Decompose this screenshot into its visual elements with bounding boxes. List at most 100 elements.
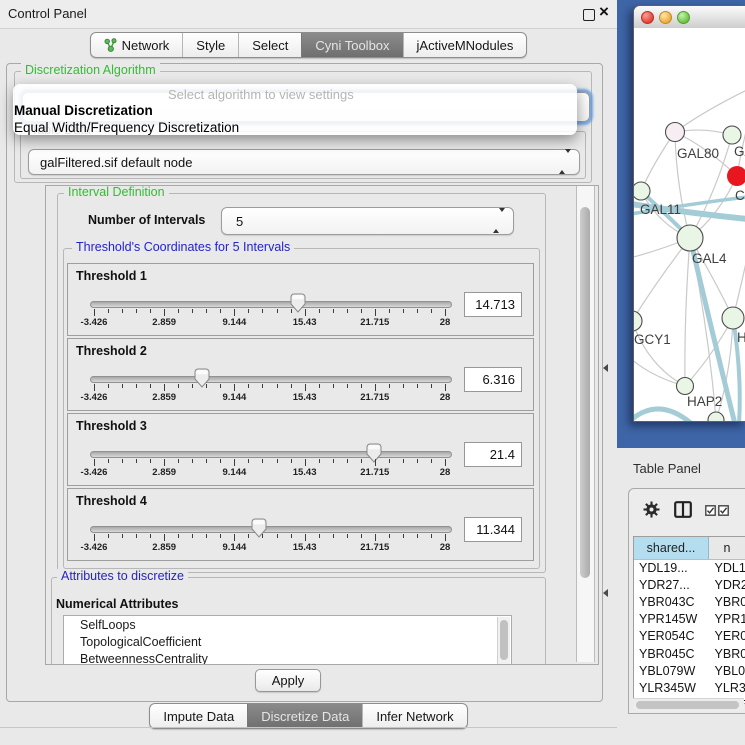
slider-tick-label: 15.43 [293, 317, 317, 328]
tab-jactivemnodules[interactable]: jActiveMNodules [403, 33, 527, 57]
zoom-traffic-light-icon[interactable] [677, 11, 690, 24]
threshold-slider-track[interactable] [90, 526, 452, 533]
table-row[interactable]: YBR043CYBR043C [634, 593, 745, 610]
network-window-titlebar[interactable] [634, 6, 745, 29]
table-horizontal-scrollbar-thumb[interactable] [636, 701, 739, 709]
threshold-slider-handle[interactable] [251, 518, 267, 538]
threshold-value-field[interactable]: 11.344 [464, 517, 522, 542]
splitter-collapse-icon[interactable] [603, 364, 608, 372]
cell-name[interactable]: YBL079W [708, 664, 745, 678]
spinner-arrows-icon[interactable] [493, 212, 505, 230]
table-row[interactable]: YPR145WYPR145W [634, 611, 745, 628]
slider-tick-label: 28 [440, 317, 451, 328]
cell-name[interactable]: YLR345W [708, 681, 745, 695]
list-item[interactable]: TopologicalCoefficient [64, 633, 511, 650]
table-row[interactable]: YBR045CYBR045C [634, 645, 745, 662]
checkbox-icon[interactable] [718, 505, 729, 516]
cell-name[interactable]: YDR27 [708, 578, 745, 592]
gear-icon[interactable] [642, 500, 661, 519]
threshold-label: Threshold 2 [76, 344, 147, 358]
minimize-traffic-light-icon[interactable] [659, 11, 672, 24]
attributes-scrollbar-thumb[interactable] [500, 620, 508, 660]
column-header-name[interactable]: n [709, 537, 745, 559]
network-node-gal80[interactable] [666, 123, 685, 142]
attributes-scrollbar[interactable] [497, 617, 510, 665]
apply-button[interactable]: Apply [255, 669, 321, 692]
panel-scrollbar[interactable] [576, 186, 595, 662]
node-label: GA [734, 144, 745, 159]
close-icon[interactable]: × [599, 2, 609, 22]
list-item[interactable]: SelfLoops [64, 616, 511, 633]
table-body: YDL19...YDL19YDR27...YDR27YBR043CYBR043C… [634, 559, 745, 704]
spinner-arrows-icon[interactable] [559, 153, 571, 171]
threshold-value-field[interactable]: 6.316 [464, 367, 522, 392]
cell-name[interactable]: YBR045C [708, 647, 745, 661]
table-row[interactable]: YBL079WYBL079W [634, 662, 745, 679]
network-node-gcy1[interactable] [634, 311, 642, 331]
threshold-block: Threshold 4 -3.4262.8599.14415.4321.7152… [67, 488, 534, 561]
tab-network[interactable]: Network [91, 33, 183, 57]
network-canvas[interactable]: GAL80GACGAL11GAL4GCY1HHAP2 [634, 28, 745, 421]
cell-name[interactable]: YER054C [708, 629, 745, 643]
network-node-gal4[interactable] [677, 225, 703, 251]
network-node[interactable] [708, 412, 724, 421]
panel-scrollbar-thumb[interactable] [580, 207, 590, 578]
cell-shared-name[interactable]: YPR145W [634, 612, 708, 626]
attributes-title: Attributes to discretize [57, 569, 188, 583]
algorithm-option-equal-width[interactable]: Equal Width/Frequency Discretization [14, 120, 239, 135]
tab-select[interactable]: Select [238, 33, 301, 57]
list-item[interactable]: BetweennessCentrality [64, 650, 511, 665]
network-edge[interactable] [675, 90, 745, 132]
tab-infer-network[interactable]: Infer Network [362, 704, 466, 728]
table-row[interactable]: YLR345WYLR345W [634, 679, 745, 696]
split-columns-icon[interactable] [674, 501, 692, 518]
threshold-value-field[interactable]: 14.713 [464, 292, 522, 317]
cell-name[interactable]: YPR145W [708, 612, 745, 626]
threshold-slider-track[interactable] [90, 451, 452, 458]
cell-shared-name[interactable]: YDL19... [634, 561, 708, 575]
table-row[interactable]: YER054CYER054C [634, 628, 745, 645]
numerical-attributes-label: Numerical Attributes [56, 597, 178, 611]
tab-label: Cyni Toolbox [315, 34, 389, 57]
threshold-slider-track[interactable] [90, 376, 452, 383]
table-row[interactable]: YDL19...YDL19 [634, 559, 745, 576]
network-edge[interactable] [634, 238, 690, 321]
algorithm-option-manual[interactable]: Manual Discretization [14, 103, 153, 118]
tab-impute-data[interactable]: Impute Data [150, 704, 247, 728]
cell-shared-name[interactable]: YLR345W [634, 681, 708, 695]
splitter-collapse-icon[interactable] [603, 589, 608, 597]
number-of-intervals-value: 5 [236, 208, 243, 234]
table-row[interactable]: YDR27...YDR27 [634, 576, 745, 593]
checkbox-icon[interactable] [705, 505, 716, 516]
cell-name[interactable]: YDL19 [708, 561, 745, 575]
threshold-slider-track[interactable] [90, 301, 452, 308]
numerical-attributes-list[interactable]: SelfLoopsTopologicalCoefficientBetweenne… [63, 615, 512, 665]
node-label: GAL11 [640, 202, 681, 217]
close-traffic-light-icon[interactable] [641, 11, 654, 24]
network-node-gal11[interactable] [634, 182, 650, 200]
table-horizontal-scrollbar[interactable] [633, 698, 744, 711]
network-node-ga[interactable] [723, 126, 741, 144]
cell-shared-name[interactable]: YBL079W [634, 664, 708, 678]
network-edge[interactable] [690, 238, 733, 318]
column-header-shared-name[interactable]: shared... [634, 537, 709, 559]
tab-cyni-toolbox[interactable]: Cyni Toolbox [301, 33, 402, 57]
threshold-slider-handle[interactable] [290, 293, 306, 313]
network-node-h[interactable] [722, 307, 744, 329]
tab-discretize-data[interactable]: Discretize Data [247, 704, 362, 728]
table-header: shared... n [634, 537, 745, 560]
cell-shared-name[interactable]: YER054C [634, 629, 708, 643]
tab-style[interactable]: Style [182, 33, 238, 57]
network-node-hap2[interactable] [677, 378, 694, 395]
cell-shared-name[interactable]: YBR045C [634, 647, 708, 661]
cell-shared-name[interactable]: YDR27... [634, 578, 708, 592]
cell-name[interactable]: YBR043C [708, 595, 745, 609]
float-window-icon[interactable] [583, 9, 595, 21]
cell-shared-name[interactable]: YBR043C [634, 595, 708, 609]
network-edge[interactable] [685, 238, 690, 386]
number-of-intervals-combobox[interactable]: 5 [221, 207, 514, 235]
threshold-value-field[interactable]: 21.4 [464, 442, 522, 467]
network-edge[interactable] [634, 409, 692, 421]
network-edge[interactable] [641, 132, 675, 191]
table-data-combobox[interactable]: galFiltered.sif default node [28, 149, 580, 175]
